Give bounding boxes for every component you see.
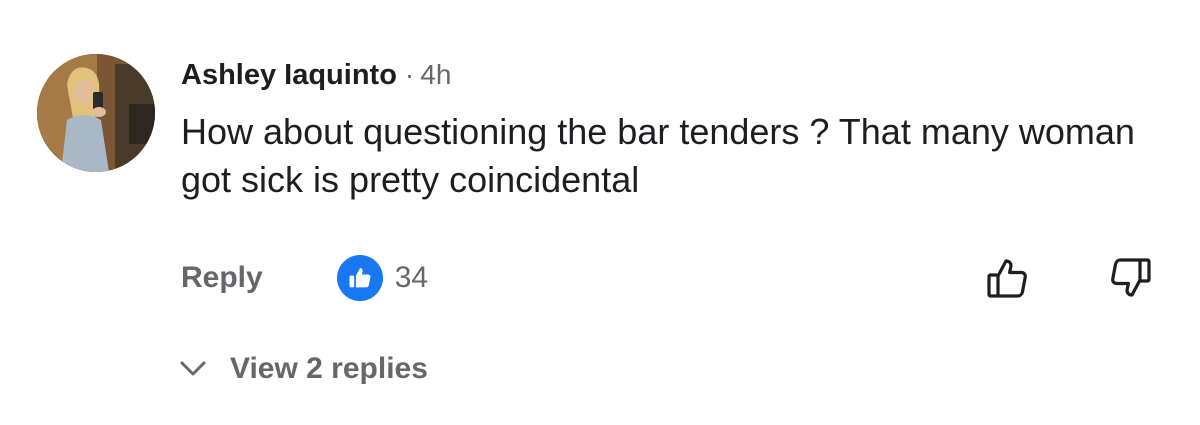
view-replies-label: View 2 replies bbox=[230, 352, 428, 385]
like-count: 34 bbox=[394, 261, 429, 294]
header-separator: · bbox=[404, 59, 415, 90]
thumbs-up-outline-icon bbox=[987, 259, 1027, 298]
timestamp: 4h bbox=[420, 59, 452, 90]
chevron-down-icon bbox=[180, 361, 206, 376]
thumbs-up-icon bbox=[336, 255, 383, 301]
reply-button[interactable]: Reply bbox=[181, 261, 263, 295]
thumbs-down-outline-icon bbox=[1111, 258, 1151, 297]
comment-header: Ashley Iaquinto · 4h bbox=[181, 57, 451, 98]
downvote-button[interactable] bbox=[1106, 254, 1154, 302]
view-replies-button[interactable]: View 2 replies bbox=[178, 352, 428, 386]
profile-photo-image bbox=[37, 54, 155, 172]
comment-actions: Reply 34 bbox=[181, 255, 429, 301]
comment-text: How about questioning the bar tenders ? … bbox=[181, 111, 1135, 200]
comment: Ashley Iaquinto · 4h How about questioning… bbox=[0, 0, 1200, 425]
avatar[interactable] bbox=[37, 54, 155, 172]
author-name[interactable]: Ashley Iaquinto bbox=[181, 59, 397, 91]
upvote-button[interactable] bbox=[984, 254, 1032, 302]
like-reaction[interactable]: 34 bbox=[336, 255, 429, 301]
